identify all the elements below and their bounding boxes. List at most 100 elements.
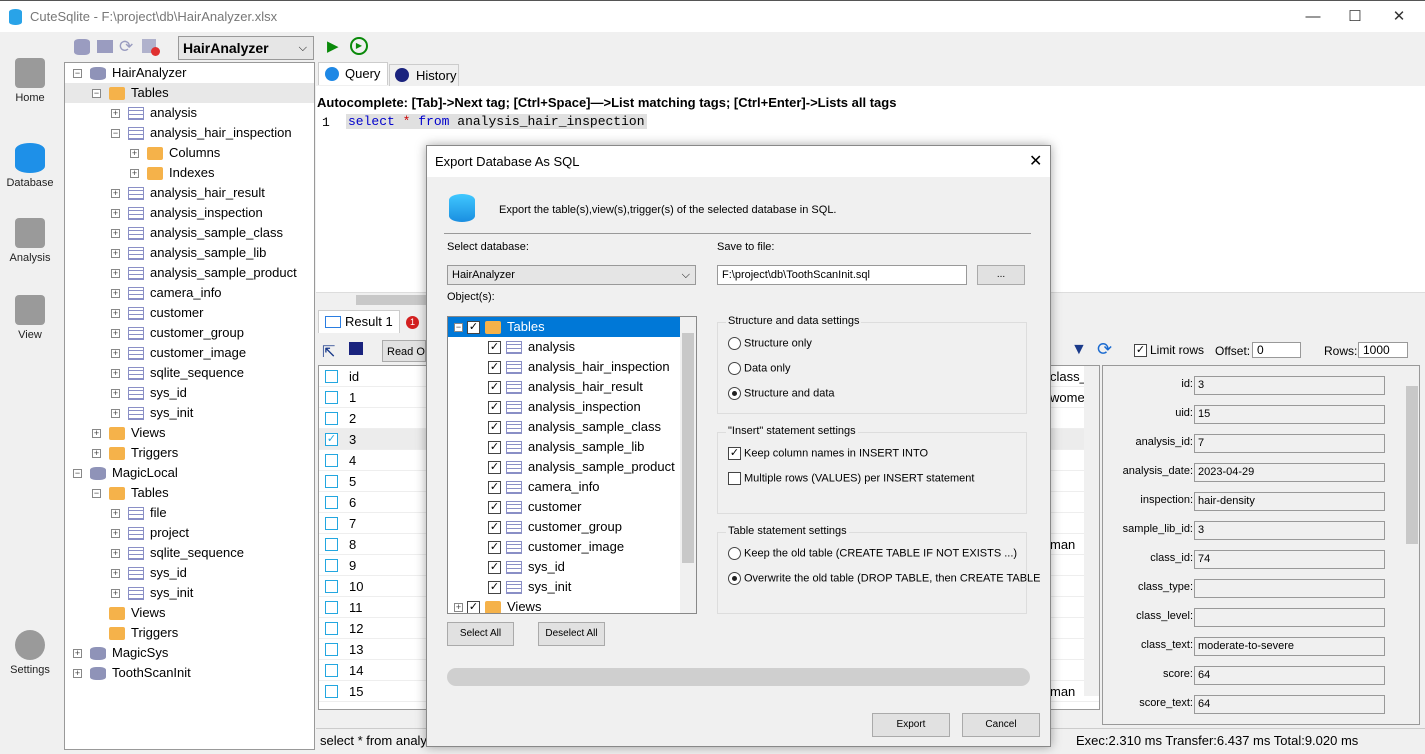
object-item[interactable]: ✓ analysis_inspection — [448, 397, 680, 417]
expand-icon[interactable]: + — [111, 529, 120, 539]
field-value-input[interactable]: 15 — [1194, 405, 1385, 424]
expand-icon[interactable]: + — [111, 369, 120, 379]
row-checkbox[interactable] — [325, 391, 338, 404]
expand-icon[interactable]: + — [111, 309, 120, 319]
expand-icon[interactable]: + — [111, 509, 120, 519]
row-checkbox[interactable] — [325, 517, 338, 530]
row-checkbox[interactable] — [325, 601, 338, 614]
detail-vertical-scrollbar[interactable] — [1405, 366, 1419, 724]
object-checkbox[interactable]: ✓ — [488, 481, 501, 495]
tab-query[interactable]: Query — [318, 62, 388, 85]
row-checkbox[interactable] — [325, 622, 338, 635]
expand-icon[interactable]: + — [454, 603, 463, 613]
tree-item[interactable]: + analysis_inspection — [65, 203, 314, 223]
row-checkbox[interactable]: ✓ — [325, 433, 338, 446]
refresh-icon[interactable]: ⟳ — [1097, 339, 1112, 360]
dialog-close-icon[interactable]: ✕ — [1029, 151, 1042, 171]
checkbox[interactable] — [728, 472, 741, 485]
tree-item[interactable]: + sqlite_sequence — [65, 543, 314, 563]
expand-icon[interactable]: + — [111, 389, 120, 399]
object-checkbox[interactable]: ✓ — [488, 381, 501, 395]
tree-item[interactable]: + file — [65, 503, 314, 523]
object-checkbox[interactable]: ✓ — [488, 581, 501, 595]
row-checkbox[interactable] — [325, 454, 338, 467]
field-value-input[interactable]: 3 — [1194, 376, 1385, 395]
tab-history[interactable]: History — [389, 64, 459, 87]
column-header-id[interactable]: id — [349, 366, 359, 387]
nav-home[interactable]: Home — [0, 58, 60, 104]
tree-item[interactable]: + Indexes — [65, 163, 314, 183]
tree-item[interactable]: + sys_id — [65, 563, 314, 583]
row-checkbox[interactable] — [325, 475, 338, 488]
tree-item[interactable]: + analysis_sample_class — [65, 223, 314, 243]
row-checkbox[interactable] — [325, 559, 338, 572]
nav-settings[interactable]: Settings — [0, 630, 60, 676]
field-value-input[interactable] — [1194, 579, 1385, 598]
object-checkbox[interactable]: ✓ — [488, 541, 501, 555]
object-checkbox[interactable]: ✓ — [488, 561, 501, 575]
field-value-input[interactable]: 64 — [1194, 666, 1385, 685]
object-item[interactable]: ✓ customer_group — [448, 517, 680, 537]
row-checkbox[interactable] — [325, 580, 338, 593]
object-checkbox[interactable]: ✓ — [488, 361, 501, 375]
object-checkbox[interactable]: ✓ — [488, 461, 501, 475]
collapse-icon[interactable]: − — [92, 489, 101, 499]
expand-icon[interactable]: + — [111, 409, 120, 419]
tree-item[interactable]: + sqlite_sequence — [65, 363, 314, 383]
tree-item[interactable]: − Tables — [65, 483, 314, 503]
tree-item[interactable]: + sys_init — [65, 403, 314, 423]
column-header-class[interactable]: class_ — [1050, 366, 1087, 387]
collapse-icon[interactable]: − — [454, 323, 463, 333]
object-item[interactable]: ✓ camera_info — [448, 477, 680, 497]
object-checkbox[interactable]: ✓ — [467, 321, 480, 335]
tree-item[interactable]: + analysis_hair_result — [65, 183, 314, 203]
grid-vertical-scrollbar[interactable] — [1084, 366, 1099, 696]
row-checkbox[interactable] — [325, 685, 338, 698]
object-item[interactable]: ✓ sys_id — [448, 557, 680, 577]
tree-item[interactable]: − HairAnalyzer — [65, 63, 314, 83]
run-all-icon[interactable]: ▶ — [350, 37, 368, 55]
offset-input[interactable]: 0 — [1252, 342, 1301, 358]
row-checkbox[interactable] — [325, 643, 338, 656]
tree-item[interactable]: + customer_image — [65, 343, 314, 363]
radio-button[interactable] — [728, 387, 741, 400]
tree-item[interactable]: + ToothScanInit — [65, 663, 314, 683]
object-item[interactable]: ✓ analysis_sample_lib — [448, 437, 680, 457]
tree-item[interactable]: + customer_group — [65, 323, 314, 343]
collapse-icon[interactable]: − — [111, 129, 120, 139]
tree-item[interactable]: Views — [65, 603, 314, 623]
expand-icon[interactable]: + — [111, 269, 120, 279]
field-value-input[interactable] — [1194, 608, 1385, 627]
expand-icon[interactable]: + — [92, 429, 101, 439]
collapse-icon[interactable]: − — [92, 89, 101, 99]
object-checkbox[interactable]: ✓ — [488, 421, 501, 435]
object-item[interactable]: ✓ analysis_sample_class — [448, 417, 680, 437]
field-value-input[interactable]: 64 — [1194, 695, 1385, 714]
object-checkbox[interactable]: ✓ — [488, 401, 501, 415]
radio-option[interactable]: Overwrite the old table (DROP TABLE, the… — [728, 572, 1041, 585]
tree-item[interactable]: + camera_info — [65, 283, 314, 303]
expand-icon[interactable]: + — [92, 449, 101, 459]
select-all-button[interactable]: Select All — [447, 622, 514, 646]
field-value-input[interactable]: 74 — [1194, 550, 1385, 569]
radio-option[interactable]: Keep the old table (CREATE TABLE IF NOT … — [728, 547, 1017, 560]
nav-database[interactable]: Database — [0, 143, 60, 189]
expand-icon[interactable]: + — [130, 169, 139, 179]
radio-option[interactable]: Structure and data — [728, 387, 835, 400]
tree-item[interactable]: + customer — [65, 303, 314, 323]
object-checkbox[interactable]: ✓ — [488, 501, 501, 515]
new-database-icon[interactable] — [74, 39, 90, 55]
expand-icon[interactable]: + — [130, 149, 139, 159]
expand-icon[interactable]: + — [111, 189, 120, 199]
cancel-button[interactable]: Cancel — [962, 713, 1040, 737]
nav-analysis[interactable]: Analysis — [0, 218, 60, 264]
delete-database-icon[interactable] — [142, 39, 160, 56]
tree-item[interactable]: − Tables — [65, 83, 314, 103]
expand-icon[interactable]: + — [111, 349, 120, 359]
radio-button[interactable] — [728, 362, 741, 375]
tree-item[interactable]: + sys_id — [65, 383, 314, 403]
read-only-button[interactable]: Read Only — [382, 340, 426, 362]
expand-icon[interactable]: + — [111, 109, 120, 119]
field-value-input[interactable]: 3 — [1194, 521, 1385, 540]
maximize-button[interactable]: ☐ — [1332, 5, 1378, 29]
